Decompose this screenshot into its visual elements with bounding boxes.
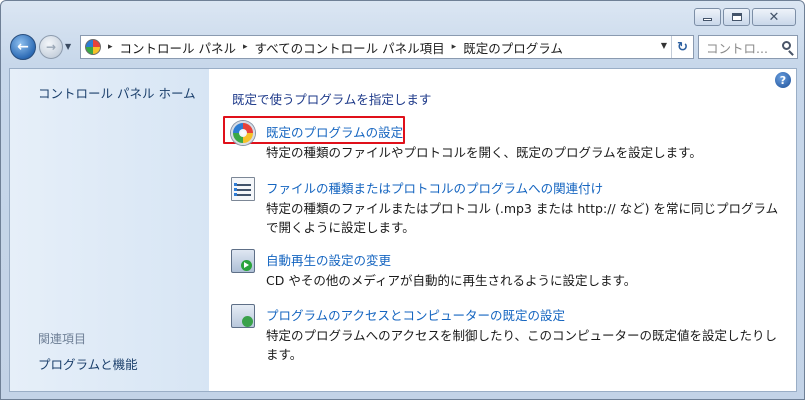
program-access-icon[interactable] [231, 304, 255, 328]
task-description: CD やその他のメディアが自動的に再生されるように設定します。 [266, 273, 637, 288]
main-panel: ? 既定で使うプログラムを指定します 既定のプログラムの設定 特定の種類のファイ… [209, 69, 796, 391]
maximize-icon [731, 13, 742, 21]
breadcrumb-control-panel[interactable]: コントロール パネル [120, 38, 236, 57]
breadcrumb-all-items[interactable]: すべてのコントロール パネル項目 [255, 38, 445, 57]
search-icon[interactable] [782, 41, 791, 50]
page-title: 既定で使うプログラムを指定します [232, 92, 432, 107]
minimize-button[interactable] [694, 8, 721, 26]
programs-and-features-link[interactable]: プログラムと機能 [38, 354, 138, 373]
refresh-icon: ↻ [677, 39, 688, 55]
default-programs-icon[interactable] [231, 121, 255, 145]
program-access-link[interactable]: プログラムのアクセスとコンピューターの既定の設定 [266, 305, 565, 324]
search-input[interactable]: コントロ... [698, 35, 798, 59]
address-dropdown-icon[interactable]: ▼ [661, 41, 667, 50]
forward-arrow-icon: → [45, 40, 57, 54]
maximize-button[interactable] [723, 8, 750, 26]
help-icon[interactable]: ? [775, 72, 791, 88]
control-panel-icon [85, 39, 101, 55]
close-icon: ✕ [768, 9, 780, 25]
file-association-icon[interactable] [231, 177, 255, 201]
search-placeholder: コントロ... [706, 40, 768, 56]
window-frame: ✕ ← → ▼ ▸ コントロール パネル ▸ すべてのコントロール パネル項目 … [0, 0, 805, 400]
autoplay-icon[interactable] [231, 249, 255, 273]
task-description: 特定のプログラムへのアクセスを制御したり、このコンピューターの既定値を設定したり… [266, 328, 778, 362]
task-description: 特定の種類のファイルやプロトコルを開く、既定のプログラムを設定します。 [266, 145, 702, 160]
autoplay-settings-link[interactable]: 自動再生の設定の変更 [266, 250, 391, 269]
task-description: 特定の種類のファイルまたはプロトコル (.mp3 または http:// など)… [266, 201, 779, 235]
content-area: コントロール パネル ホーム 関連項目 プログラムと機能 ? 既定で使うプログラ… [9, 68, 797, 392]
breadcrumb-separator-icon[interactable]: ▸ [452, 42, 457, 52]
breadcrumb-separator-icon[interactable]: ▸ [108, 42, 113, 52]
minimize-icon [703, 17, 712, 21]
address-bar[interactable]: ▸ コントロール パネル ▸ すべてのコントロール パネル項目 ▸ 既定のプログ… [80, 35, 694, 59]
close-button[interactable]: ✕ [752, 8, 796, 26]
back-arrow-icon: ← [17, 39, 29, 55]
breadcrumb-default-programs[interactable]: 既定のプログラム [463, 38, 563, 57]
breadcrumb-separator-icon[interactable]: ▸ [243, 42, 248, 52]
recent-pages-dropdown-icon[interactable]: ▼ [65, 42, 71, 51]
see-also-heading: 関連項目 [38, 332, 87, 346]
refresh-button[interactable]: ↻ [671, 36, 693, 58]
control-panel-home-link[interactable]: コントロール パネル ホーム [38, 83, 196, 102]
back-button[interactable]: ← [10, 34, 36, 60]
set-default-programs-link[interactable]: 既定のプログラムの設定 [266, 122, 403, 141]
forward-button[interactable]: → [39, 35, 63, 59]
caption-buttons: ✕ [694, 8, 796, 26]
file-association-link[interactable]: ファイルの種類またはプロトコルのプログラムへの関連付け [266, 178, 603, 197]
sidebar: コントロール パネル ホーム 関連項目 プログラムと機能 [10, 69, 209, 391]
navigation-bar: ← → ▼ ▸ コントロール パネル ▸ すべてのコントロール パネル項目 ▸ … [10, 34, 798, 60]
